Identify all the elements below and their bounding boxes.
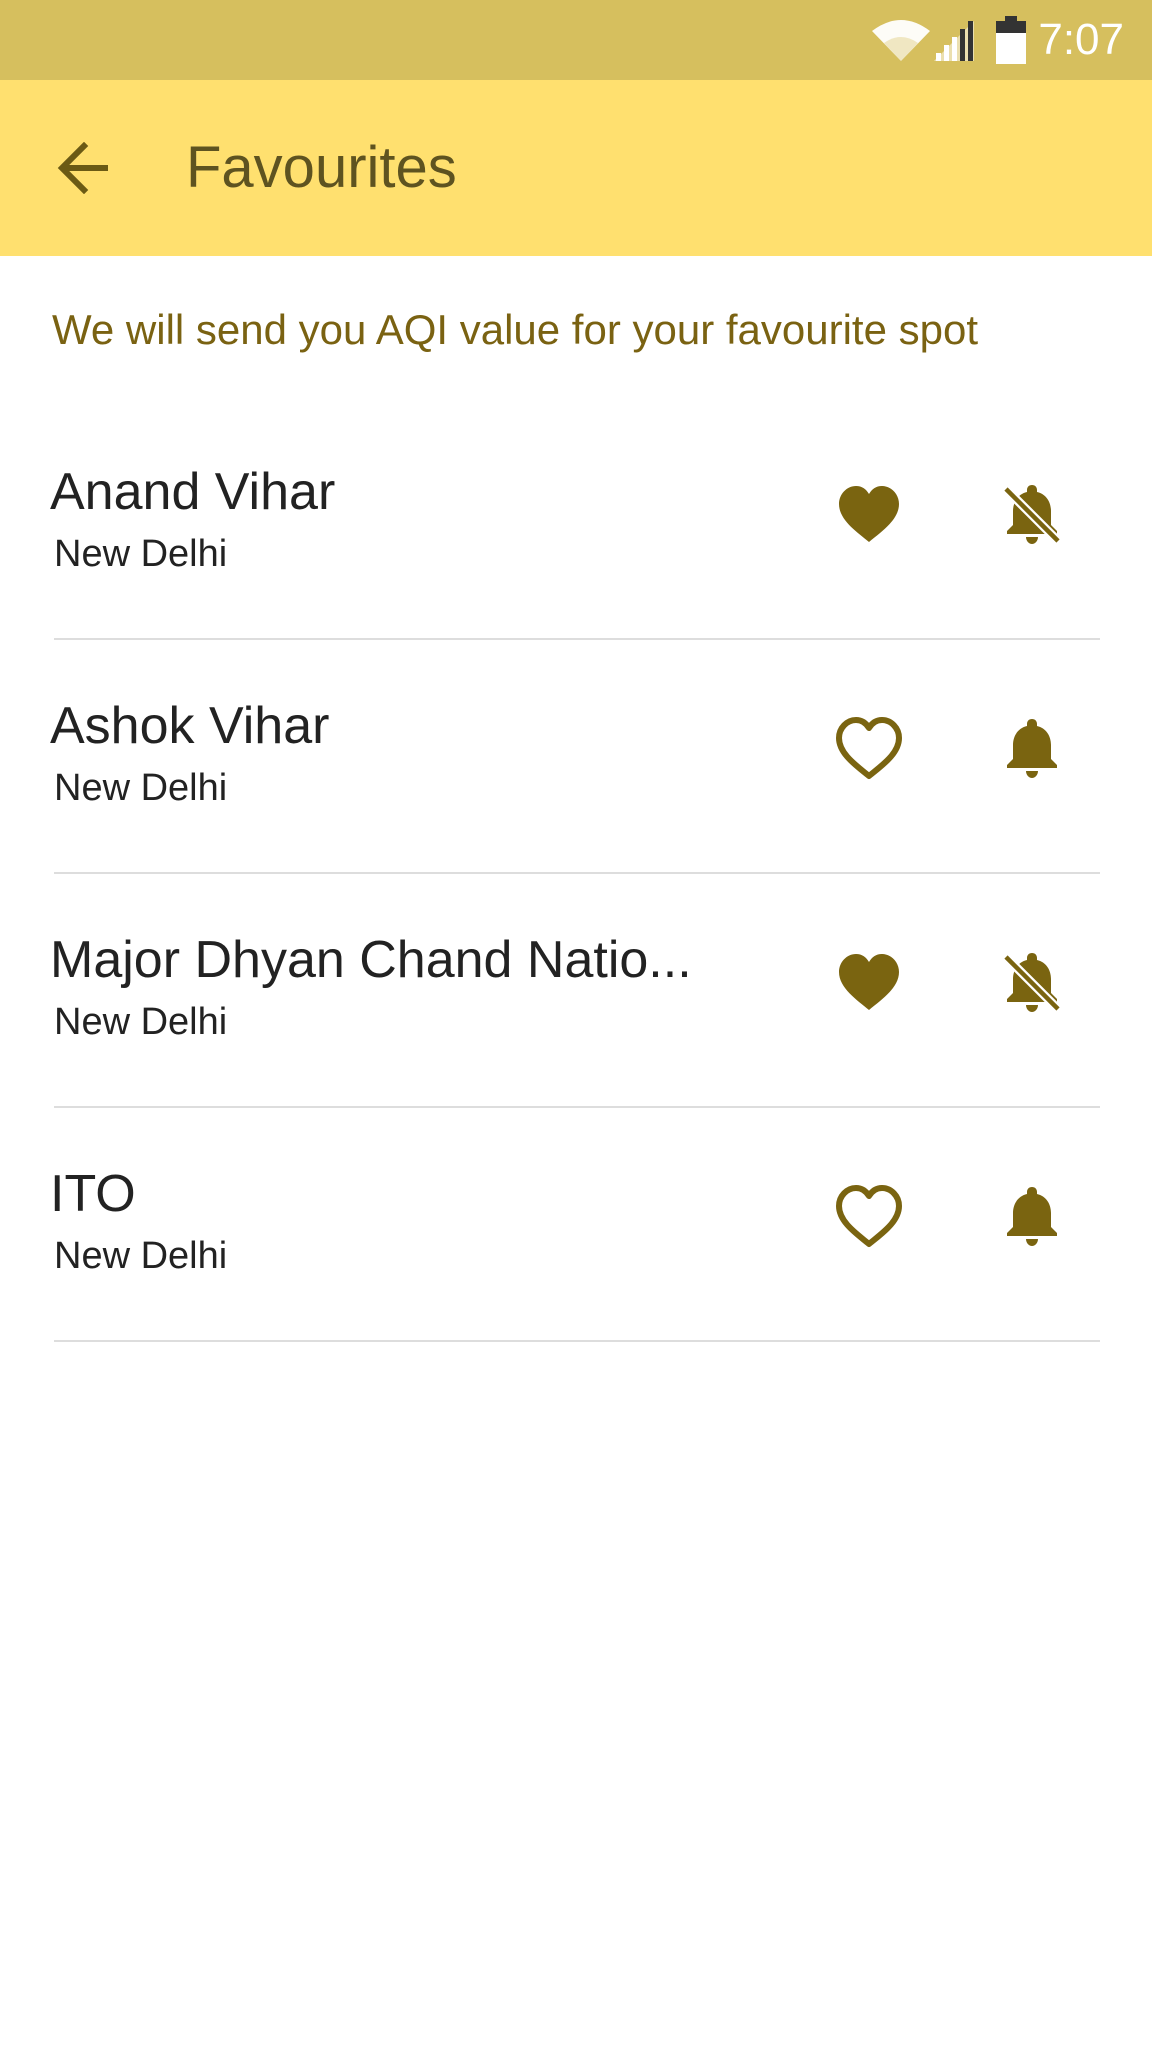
favourite-toggle-button[interactable] <box>826 474 912 554</box>
station-city: New Delhi <box>54 1235 228 1277</box>
page-title: Favourites <box>186 135 457 200</box>
status-icons: 7:07 <box>870 12 1124 68</box>
bell-off-icon <box>1002 481 1062 547</box>
divider <box>54 1340 1100 1342</box>
bell-off-icon <box>1002 949 1062 1015</box>
station-city: New Delhi <box>54 533 228 575</box>
heart-outline-icon <box>833 714 905 782</box>
favourite-toggle-button[interactable] <box>826 1176 912 1256</box>
signal-icon <box>932 17 976 63</box>
station-city: New Delhi <box>54 1001 228 1043</box>
station-name: Major Dhyan Chand Natio... <box>50 931 692 989</box>
heart-filled-icon <box>833 948 905 1016</box>
favourite-toggle-button[interactable] <box>826 942 912 1022</box>
station-city: New Delhi <box>54 767 228 809</box>
bell-icon <box>1002 1183 1062 1249</box>
list-item[interactable]: Major Dhyan Chand Natio... New Delhi <box>0 874 1152 1108</box>
notification-toggle-button[interactable] <box>990 472 1074 556</box>
list-item[interactable]: ITO New Delhi <box>0 1108 1152 1342</box>
list-item[interactable]: Ashok Vihar New Delhi <box>0 640 1152 874</box>
bell-icon <box>1002 715 1062 781</box>
list-item[interactable]: Anand Vihar New Delhi <box>0 406 1152 640</box>
favourites-list: Anand Vihar New Delhi Ashok Vihar New Delhi… <box>0 406 1152 1342</box>
station-name: Anand Vihar <box>50 463 336 521</box>
wifi-icon <box>870 17 932 63</box>
status-bar: 7:07 <box>0 0 1152 80</box>
app-bar: Favourites <box>0 80 1152 256</box>
status-time: 7:07 <box>1038 15 1124 64</box>
arrow-left-icon <box>56 142 112 194</box>
heart-filled-icon <box>833 480 905 548</box>
station-name: Ashok Vihar <box>50 697 330 755</box>
notification-toggle-button[interactable] <box>990 940 1074 1024</box>
heart-outline-icon <box>833 1182 905 1250</box>
battery-icon <box>996 16 1027 64</box>
info-message: We will send you AQI value for your favo… <box>52 306 979 353</box>
favourite-toggle-button[interactable] <box>826 708 912 788</box>
notification-toggle-button[interactable] <box>990 706 1074 790</box>
notification-toggle-button[interactable] <box>990 1174 1074 1258</box>
back-button[interactable] <box>40 128 128 208</box>
station-name: ITO <box>50 1165 136 1223</box>
